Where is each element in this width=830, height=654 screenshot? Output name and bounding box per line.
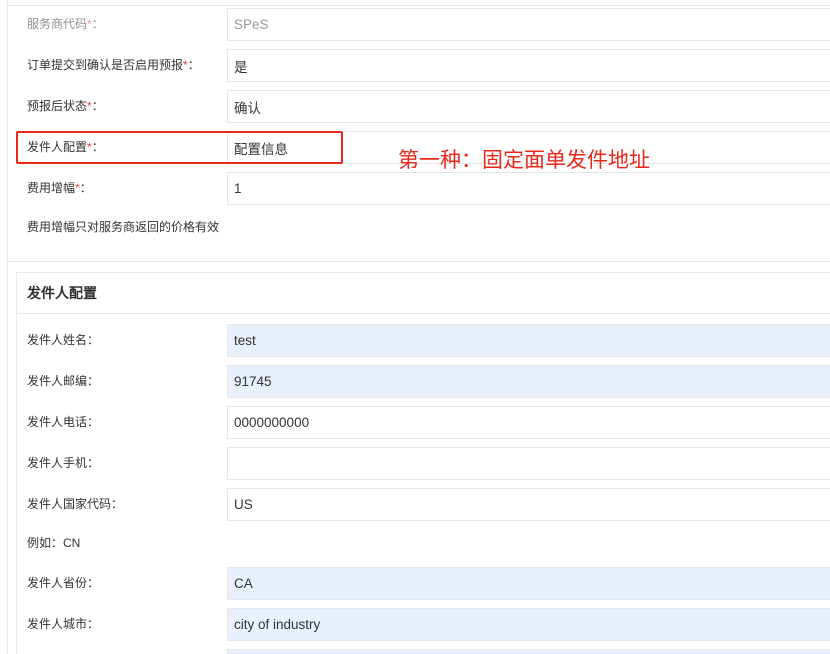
fee-increase-label: 费用增幅*： — [8, 172, 227, 205]
sender-name-label: 发件人姓名： — [17, 324, 227, 357]
label-colon: ： — [91, 99, 104, 113]
sender-city-label: 发件人城市： — [17, 608, 227, 641]
label-text: 预报后状态 — [27, 99, 88, 113]
service-code-label: 服务商代码*： — [8, 8, 227, 41]
label-text: 服务商代码 — [27, 17, 88, 31]
label-text: 费用增幅 — [27, 181, 76, 195]
form-row-forecast-status: 预报后状态*： — [8, 90, 830, 131]
label-colon: ： — [91, 140, 104, 154]
form-row-sender-city: 发件人城市： — [17, 608, 830, 649]
fee-increase-help: 费用增幅只对服务商返回的价格有效 — [27, 220, 220, 234]
form-row-sender-country-code: 发件人国家代码： — [17, 488, 830, 529]
fee-increase-input[interactable] — [227, 172, 830, 205]
sender-country-code-label: 发件人国家代码： — [17, 488, 227, 521]
sender-config-body: 发件人姓名： 发件人邮编： 发件人电话： 发件人手机： 发件人国家代码： 例如：… — [17, 314, 830, 654]
service-config-panel: 服务商代码*： 订单提交到确认是否启用预报*： 预报后状态*： 发件人配置*： … — [8, 5, 830, 262]
label-colon: ： — [87, 374, 100, 388]
label-text: 发件人城市 — [27, 617, 88, 631]
label-colon: ： — [87, 333, 100, 347]
form-row-sender-name: 发件人姓名： — [17, 324, 830, 365]
label-colon: ： — [87, 617, 100, 631]
sender-mobile-input[interactable] — [227, 447, 830, 480]
label-text: 发件人邮编 — [27, 374, 88, 388]
sender-city-input[interactable] — [227, 608, 830, 641]
sender-zip-label: 发件人邮编： — [17, 365, 227, 398]
next-field-input-partial[interactable] — [227, 649, 830, 654]
label-colon: ： — [87, 456, 100, 470]
sender-country-code-input[interactable] — [227, 488, 830, 521]
sender-state-input[interactable] — [227, 567, 830, 600]
sender-phone-label: 发件人电话： — [17, 406, 227, 439]
label-text: 发件人手机 — [27, 456, 88, 470]
order-forecast-field[interactable] — [227, 49, 830, 82]
label-colon: ： — [79, 181, 92, 195]
label-colon: ： — [187, 58, 200, 72]
country-code-hint: 例如：CN — [27, 536, 81, 550]
form-row-sender-state: 发件人省份： — [17, 567, 830, 608]
sender-phone-input[interactable] — [227, 406, 830, 439]
forecast-status-label: 预报后状态*： — [8, 90, 227, 123]
forecast-status-field[interactable] — [227, 90, 830, 123]
service-code-input — [227, 8, 830, 41]
sender-name-input[interactable] — [227, 324, 830, 357]
sender-state-label: 发件人省份： — [17, 567, 227, 600]
label-text: 订单提交到确认是否启用预报 — [27, 58, 184, 72]
label-text: 发件人配置 — [27, 140, 88, 154]
sender-mobile-label: 发件人手机： — [17, 447, 227, 480]
label-text: 发件人国家代码 — [27, 497, 112, 511]
order-forecast-label: 订单提交到确认是否启用预报*： — [8, 49, 227, 82]
form-row-sender-zip: 发件人邮编： — [17, 365, 830, 406]
label-colon: ： — [91, 17, 104, 31]
label-colon: ： — [87, 415, 100, 429]
form-row-sender-phone: 发件人电话： — [17, 406, 830, 447]
form-row-order-forecast: 订单提交到确认是否启用预报*： — [8, 49, 830, 90]
form-row-sender-mobile: 发件人手机： — [17, 447, 830, 488]
sender-zip-input[interactable] — [227, 365, 830, 398]
sender-config-panel: 发件人配置 发件人姓名： 发件人邮编： 发件人电话： 发件人手机： 发件人国家代… — [16, 272, 830, 654]
sender-config-label: 发件人配置*： — [8, 131, 227, 164]
label-text: 发件人电话 — [27, 415, 88, 429]
form-row-service-code: 服务商代码*： — [8, 8, 830, 49]
form-row-fee-increase: 费用增幅*： — [8, 172, 830, 213]
label-text: 发件人姓名 — [27, 333, 88, 347]
label-text: 发件人省份 — [27, 576, 88, 590]
label-colon: ： — [111, 497, 124, 511]
label-colon: ： — [87, 576, 100, 590]
annotation-note: 第一种：固定面单发件地址 — [398, 149, 650, 172]
sender-config-title: 发件人配置 — [17, 273, 830, 314]
